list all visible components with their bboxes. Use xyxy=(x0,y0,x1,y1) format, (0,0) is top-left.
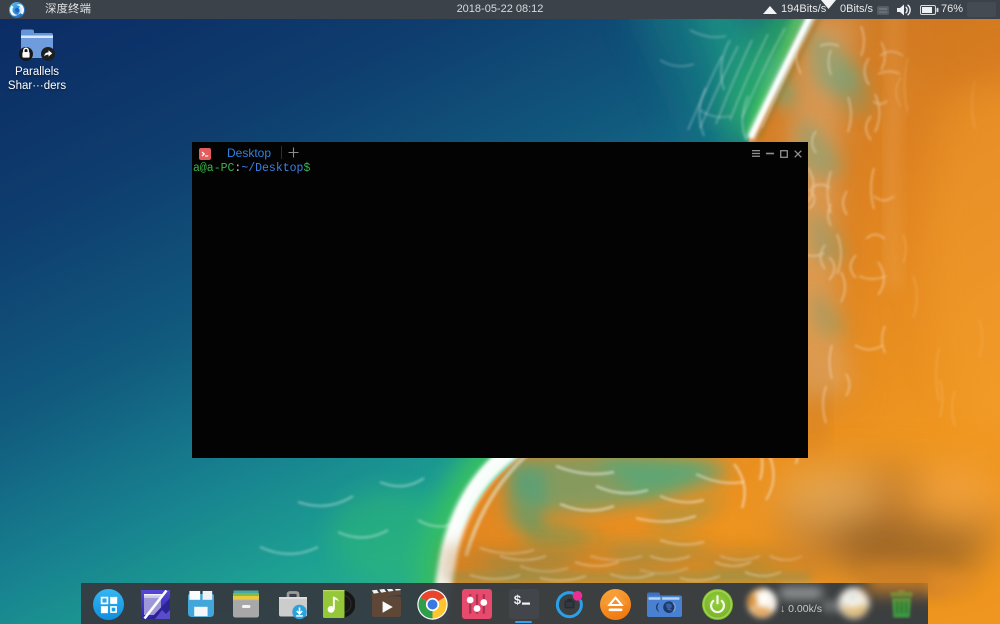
svg-text:$: $ xyxy=(513,593,521,608)
